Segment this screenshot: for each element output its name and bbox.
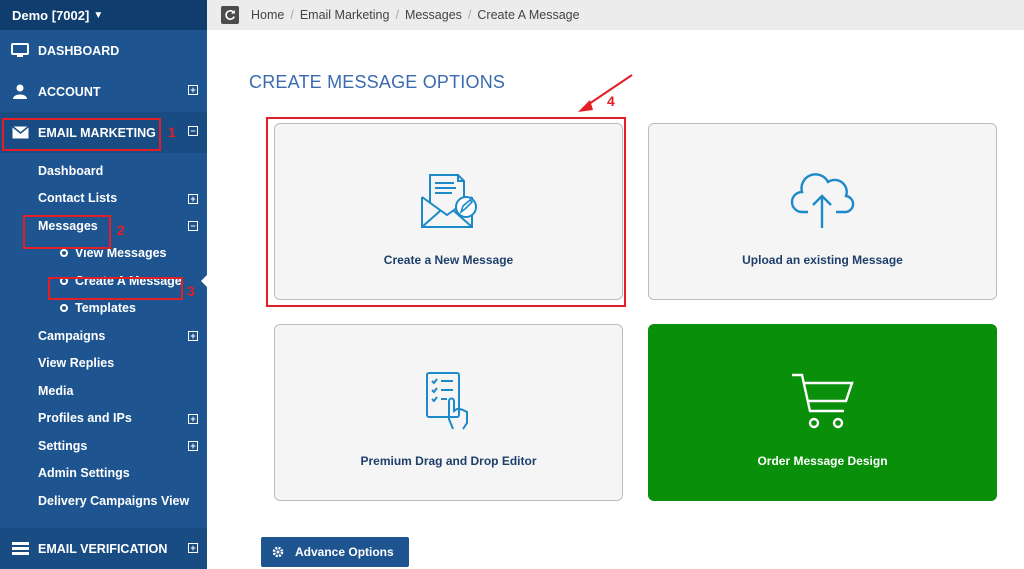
shopping-cart-icon: [790, 367, 856, 437]
card-label: Premium Drag and Drop Editor: [360, 454, 537, 468]
account-name: Demo [7002]: [12, 7, 90, 23]
nav-email-verification-label: EMAIL VERIFICATION: [38, 541, 168, 556]
expand-icon[interactable]: +: [188, 543, 198, 553]
collapse-icon[interactable]: −: [188, 126, 198, 136]
monitor-icon: [10, 43, 30, 59]
drag-drop-editor-card[interactable]: Premium Drag and Drop Editor: [274, 324, 623, 501]
nav-email-verification[interactable]: EMAIL VERIFICATION +: [0, 528, 207, 569]
sidebar-item-contact-lists[interactable]: Contact Lists +: [0, 185, 207, 213]
expand-icon[interactable]: +: [188, 331, 198, 341]
circle-icon: [60, 304, 68, 313]
cloud-upload-icon: [790, 166, 856, 236]
user-icon: [10, 84, 30, 100]
advance-options-label: Advance Options: [295, 545, 394, 559]
nav-dashboard[interactable]: DASHBOARD: [0, 30, 207, 71]
breadcrumb-separator: /: [290, 8, 294, 22]
sidebar-item-label: Campaigns: [38, 328, 106, 343]
collapse-icon[interactable]: −: [188, 221, 198, 231]
expand-icon[interactable]: +: [188, 413, 198, 424]
list-icon: [10, 541, 30, 557]
breadcrumb: Home / Email Marketing / Messages / Crea…: [207, 0, 1024, 30]
annotation-number-1: 1: [168, 124, 176, 140]
sidebar-item-label: View Replies: [38, 356, 115, 371]
sidebar-item-label: Profiles and IPs: [38, 411, 132, 426]
breadcrumb-separator: /: [467, 8, 472, 22]
sidebar-item-label: Templates: [75, 301, 136, 316]
page-title: CREATE MESSAGE OPTIONS: [249, 72, 506, 92]
nav-dashboard-label: DASHBOARD: [38, 43, 120, 58]
order-message-design-card[interactable]: Order Message Design: [648, 324, 997, 501]
expand-icon[interactable]: +: [188, 85, 198, 95]
expand-icon[interactable]: +: [188, 441, 198, 451]
sidebar-item-media[interactable]: Media: [0, 377, 207, 405]
checklist-touch-icon: [423, 367, 475, 437]
sidebar-item-campaigns[interactable]: Campaigns +: [0, 322, 207, 350]
sidebar-item-label: Dashboard: [38, 163, 104, 178]
email-marketing-submenu: Dashboard Contact Lists + Messages − View …: [0, 153, 207, 515]
nav-account[interactable]: ACCOUNT +: [0, 71, 207, 112]
breadcrumb-messages[interactable]: Messages: [405, 8, 462, 22]
sidebar-item-settings[interactable]: Settings +: [0, 432, 207, 460]
gear-icon: [261, 546, 295, 558]
sidebar-item-label: Admin Settings: [38, 466, 130, 481]
upload-existing-message-card[interactable]: Upload an existing Message: [648, 123, 997, 300]
annotation-number-3: 3: [187, 283, 195, 299]
sidebar-item-profiles-ips[interactable]: Profiles and IPs +: [0, 405, 207, 433]
card-label: Upload an existing Message: [742, 253, 903, 267]
breadcrumb-home[interactable]: Home: [251, 8, 284, 22]
sidebar-item-view-replies[interactable]: View Replies: [0, 350, 207, 378]
nav-account-label: ACCOUNT: [38, 84, 101, 99]
sidebar-item-dashboard[interactable]: Dashboard: [0, 157, 207, 185]
annotation-box-1: [2, 118, 161, 151]
annotation-arrow-icon: [578, 74, 633, 112]
sidebar-item-label: Settings: [38, 438, 88, 453]
breadcrumb-current: Create A Message: [477, 8, 580, 22]
annotation-box-4: [266, 117, 626, 307]
chevron-down-icon: ▼: [93, 9, 104, 21]
annotation-number-2: 2: [117, 222, 125, 238]
card-label: Order Message Design: [757, 454, 888, 468]
sidebar-item-delivery-campaigns-view[interactable]: Delivery Campaigns View: [0, 487, 207, 515]
annotation-box-3: [48, 277, 183, 300]
sidebar-item-label: Contact Lists: [38, 191, 118, 206]
advance-options-button[interactable]: Advance Options: [261, 537, 409, 567]
breadcrumb-separator: /: [395, 8, 399, 22]
account-switcher[interactable]: Demo [7002] ▼: [0, 0, 207, 30]
breadcrumb-email-marketing[interactable]: Email Marketing: [300, 8, 390, 22]
refresh-icon[interactable]: [221, 6, 239, 24]
expand-icon[interactable]: +: [188, 193, 198, 204]
sidebar-item-admin-settings[interactable]: Admin Settings: [0, 460, 207, 488]
annotation-box-2: [23, 215, 111, 249]
circle-icon: [60, 249, 68, 258]
sidebar-item-label: Media: [38, 383, 74, 398]
sidebar-item-label: Delivery Campaigns View: [38, 493, 190, 508]
